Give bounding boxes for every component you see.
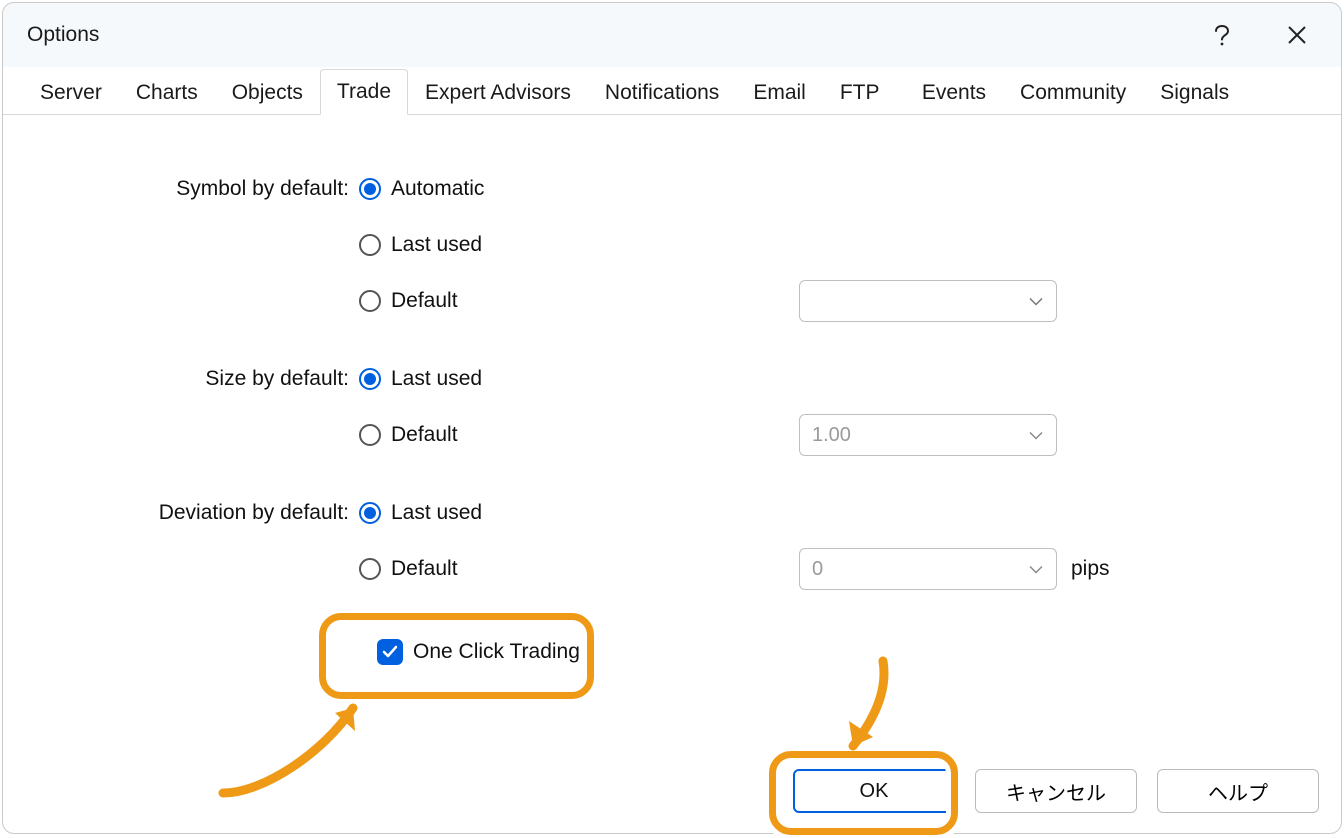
- checkbox-checked-icon: [377, 639, 403, 665]
- tab-community[interactable]: Community: [1003, 70, 1143, 115]
- symbol-radio-automatic[interactable]: [359, 178, 381, 200]
- deviation-radio-default-label: Default: [391, 557, 458, 581]
- chevron-down-icon: [1028, 558, 1044, 581]
- tab-server[interactable]: Server: [23, 70, 119, 115]
- deviation-radio-last-used-label: Last used: [391, 501, 482, 525]
- ok-button[interactable]: OK: [793, 769, 955, 813]
- size-radio-default-label: Default: [391, 423, 458, 447]
- deviation-radio-last-used[interactable]: [359, 502, 381, 524]
- symbol-radio-last-used-label: Last used: [391, 233, 482, 257]
- chevron-down-icon: [1028, 290, 1044, 313]
- tab-row: Server Charts Objects Trade Expert Advis…: [3, 67, 1341, 115]
- one-click-trading-label: One Click Trading: [413, 640, 580, 664]
- help-button[interactable]: ヘルプ: [1157, 769, 1319, 813]
- tab-notifications[interactable]: Notifications: [588, 70, 736, 115]
- size-radio-default[interactable]: [359, 424, 381, 446]
- symbol-default-label: Symbol by default:: [31, 177, 359, 201]
- symbol-default-combo[interactable]: [799, 280, 1057, 322]
- dialog-footer: OK キャンセル ヘルプ: [793, 769, 1319, 813]
- tab-objects[interactable]: Objects: [215, 70, 320, 115]
- one-click-trading-option[interactable]: One Click Trading: [359, 629, 598, 675]
- tab-events[interactable]: Events: [905, 70, 1003, 115]
- size-default-combo[interactable]: 1.00: [799, 414, 1057, 456]
- help-icon[interactable]: [1199, 11, 1247, 59]
- tab-charts[interactable]: Charts: [119, 70, 215, 115]
- tab-ftp[interactable]: FTP: [823, 70, 905, 115]
- deviation-default-label: Deviation by default:: [31, 501, 359, 525]
- tab-content-trade: Symbol by default: Automatic Last used D…: [3, 115, 1341, 833]
- size-radio-last-used[interactable]: [359, 368, 381, 390]
- window-title: Options: [27, 23, 1199, 47]
- deviation-suffix: pips: [1071, 557, 1110, 581]
- chevron-down-icon: [1028, 424, 1044, 447]
- size-default-label: Size by default:: [31, 367, 359, 391]
- titlebar: Options: [3, 3, 1341, 67]
- symbol-radio-default[interactable]: [359, 290, 381, 312]
- deviation-default-combo[interactable]: 0: [799, 548, 1057, 590]
- symbol-radio-last-used[interactable]: [359, 234, 381, 256]
- close-icon[interactable]: [1273, 11, 1321, 59]
- cancel-button[interactable]: キャンセル: [975, 769, 1137, 813]
- tab-expert-advisors[interactable]: Expert Advisors: [408, 70, 588, 115]
- options-dialog: Options Server Charts Objects Trade Expe…: [2, 2, 1342, 834]
- tab-signals[interactable]: Signals: [1143, 70, 1246, 115]
- symbol-radio-automatic-label: Automatic: [391, 177, 484, 201]
- size-radio-last-used-label: Last used: [391, 367, 482, 391]
- symbol-radio-default-label: Default: [391, 289, 458, 313]
- tab-email[interactable]: Email: [736, 70, 823, 115]
- tab-trade[interactable]: Trade: [320, 69, 408, 115]
- deviation-radio-default[interactable]: [359, 558, 381, 580]
